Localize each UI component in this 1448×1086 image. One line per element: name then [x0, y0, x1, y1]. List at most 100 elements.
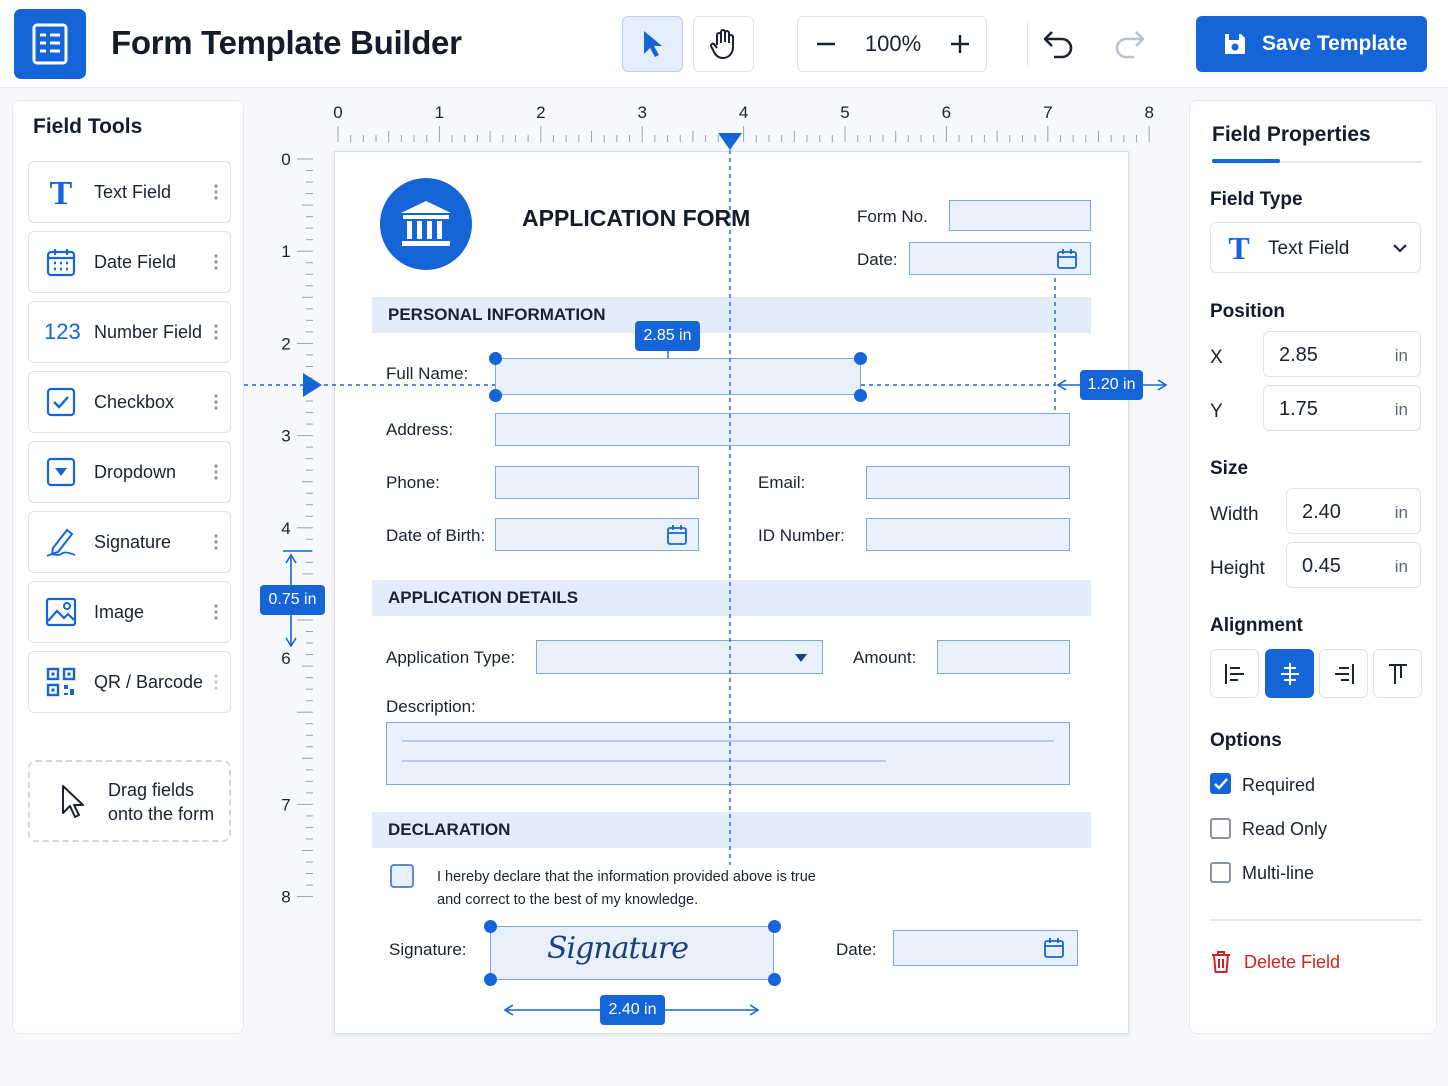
- tool-signature[interactable]: Signature: [28, 511, 231, 573]
- undo-icon: [1043, 31, 1073, 59]
- description-field[interactable]: [386, 722, 1070, 785]
- options-heading: Options: [1210, 730, 1282, 751]
- amount-field[interactable]: [937, 640, 1070, 674]
- pan-tool-button[interactable]: [693, 16, 754, 72]
- field-tools-title: Field Tools: [33, 115, 143, 138]
- ruler-label: 4: [739, 103, 748, 122]
- align-left-icon: [1224, 663, 1244, 684]
- resize-handle[interactable]: [484, 920, 497, 933]
- more-icon[interactable]: [214, 182, 218, 202]
- width-input[interactable]: 2.40 in: [1286, 488, 1421, 534]
- align-left-button[interactable]: [1210, 649, 1259, 698]
- ruler-label: 8: [281, 888, 290, 907]
- full-name-field[interactable]: [495, 358, 861, 395]
- ruler-label: 6: [281, 649, 290, 668]
- zoom-level: 100%: [864, 31, 922, 56]
- address-label: Address:: [386, 420, 454, 439]
- resize-handle[interactable]: [489, 352, 502, 365]
- resize-handle[interactable]: [854, 389, 867, 402]
- y-input[interactable]: 1.75 in: [1263, 385, 1421, 431]
- more-icon[interactable]: [214, 392, 218, 412]
- phone-field[interactable]: [495, 466, 699, 499]
- image-icon: [45, 596, 77, 628]
- address-field[interactable]: [495, 413, 1070, 446]
- form-icon: [14, 9, 86, 79]
- institution-logo: [380, 178, 472, 270]
- section-application-details: APPLICATION DETAILS: [372, 580, 1091, 616]
- tool-dropdown[interactable]: Dropdown: [28, 441, 231, 503]
- chevron-down-icon: [795, 654, 807, 662]
- signature-field[interactable]: Signature: [490, 926, 774, 980]
- resize-handle[interactable]: [768, 920, 781, 933]
- x-offset-tag: 2.85 in: [635, 321, 700, 351]
- multi-line-checkbox[interactable]: [1210, 862, 1231, 883]
- declaration-checkbox[interactable]: [390, 864, 414, 888]
- email-field[interactable]: [866, 466, 1070, 499]
- form-no-field[interactable]: [949, 200, 1091, 231]
- tool-date-field[interactable]: Date Field: [28, 231, 231, 293]
- svg-text:T: T: [1228, 233, 1249, 263]
- description-label: Description:: [386, 697, 476, 716]
- more-icon[interactable]: [214, 462, 218, 482]
- calendar-icon: [1044, 938, 1064, 958]
- width-tag: 2.40 in: [600, 995, 665, 1025]
- more-icon[interactable]: [214, 532, 218, 552]
- ruler-label: 2: [281, 334, 290, 353]
- tool-label: Dropdown: [94, 462, 177, 482]
- align-top-button[interactable]: [1373, 649, 1422, 698]
- tool-text-field[interactable]: T Text Field: [28, 161, 231, 223]
- more-icon[interactable]: [214, 672, 218, 692]
- resize-handle[interactable]: [484, 973, 497, 986]
- zoom-out-icon: [817, 42, 835, 46]
- pointer-icon: [62, 785, 84, 818]
- drag-hint-line2: onto the form: [108, 804, 215, 824]
- zoom-in-button[interactable]: [932, 17, 988, 71]
- resize-handle[interactable]: [854, 352, 867, 365]
- form-date-field[interactable]: [909, 242, 1091, 275]
- section-declaration: DECLARATION: [372, 812, 1091, 848]
- full-name-label: Full Name:: [386, 364, 469, 383]
- zoom-control: 100%: [797, 16, 987, 72]
- drag-hint: Drag fields onto the form: [28, 760, 231, 842]
- tool-label: Text Field: [94, 182, 172, 202]
- right-offset-tag: 1.20 in: [1080, 370, 1143, 400]
- ruler-label: 0: [333, 103, 342, 122]
- select-tool-button[interactable]: [622, 16, 683, 72]
- height-input[interactable]: 0.45 in: [1286, 542, 1421, 588]
- more-icon[interactable]: [214, 252, 218, 272]
- required-checkbox[interactable]: [1210, 773, 1231, 794]
- delete-field-button[interactable]: Delete Field: [1210, 950, 1340, 974]
- read-only-checkbox[interactable]: [1210, 818, 1231, 839]
- save-template-button[interactable]: Save Template: [1196, 16, 1427, 72]
- tool-image[interactable]: Image: [28, 581, 231, 643]
- tool-label: Number Field: [94, 322, 203, 342]
- undo-button[interactable]: [1040, 26, 1078, 62]
- align-right-button[interactable]: [1319, 649, 1368, 698]
- field-tools-panel: Field Tools T Text Field Date Field 123 …: [12, 100, 244, 1034]
- tool-qr-barcode[interactable]: QR / Barcode: [28, 651, 231, 713]
- more-icon[interactable]: [214, 322, 218, 342]
- more-icon[interactable]: [214, 602, 218, 622]
- resize-handle[interactable]: [489, 389, 502, 402]
- id-number-field[interactable]: [866, 518, 1070, 551]
- checkbox-icon: [45, 386, 77, 418]
- bank-icon: [401, 201, 451, 246]
- redo-button[interactable]: [1110, 26, 1148, 62]
- signature-date-field[interactable]: [893, 930, 1078, 966]
- tool-number-field[interactable]: 123 Number Field: [28, 301, 231, 363]
- field-type-heading: Field Type: [1210, 189, 1303, 210]
- ruler-label: 7: [1043, 103, 1052, 122]
- toolbar-divider: [1027, 22, 1028, 66]
- height-label: Height: [1210, 558, 1265, 579]
- resize-handle[interactable]: [768, 973, 781, 986]
- dob-field[interactable]: [495, 518, 699, 551]
- dropdown-icon: [45, 456, 77, 488]
- zoom-out-button[interactable]: [798, 17, 854, 71]
- x-input[interactable]: 2.85 in: [1263, 331, 1421, 377]
- tool-checkbox[interactable]: Checkbox: [28, 371, 231, 433]
- application-type-dropdown[interactable]: [536, 640, 823, 674]
- read-only-label: Read Only: [1242, 819, 1328, 839]
- dob-label: Date of Birth:: [386, 526, 486, 545]
- align-center-button[interactable]: [1265, 649, 1314, 698]
- field-type-select[interactable]: T Text Field: [1210, 222, 1421, 273]
